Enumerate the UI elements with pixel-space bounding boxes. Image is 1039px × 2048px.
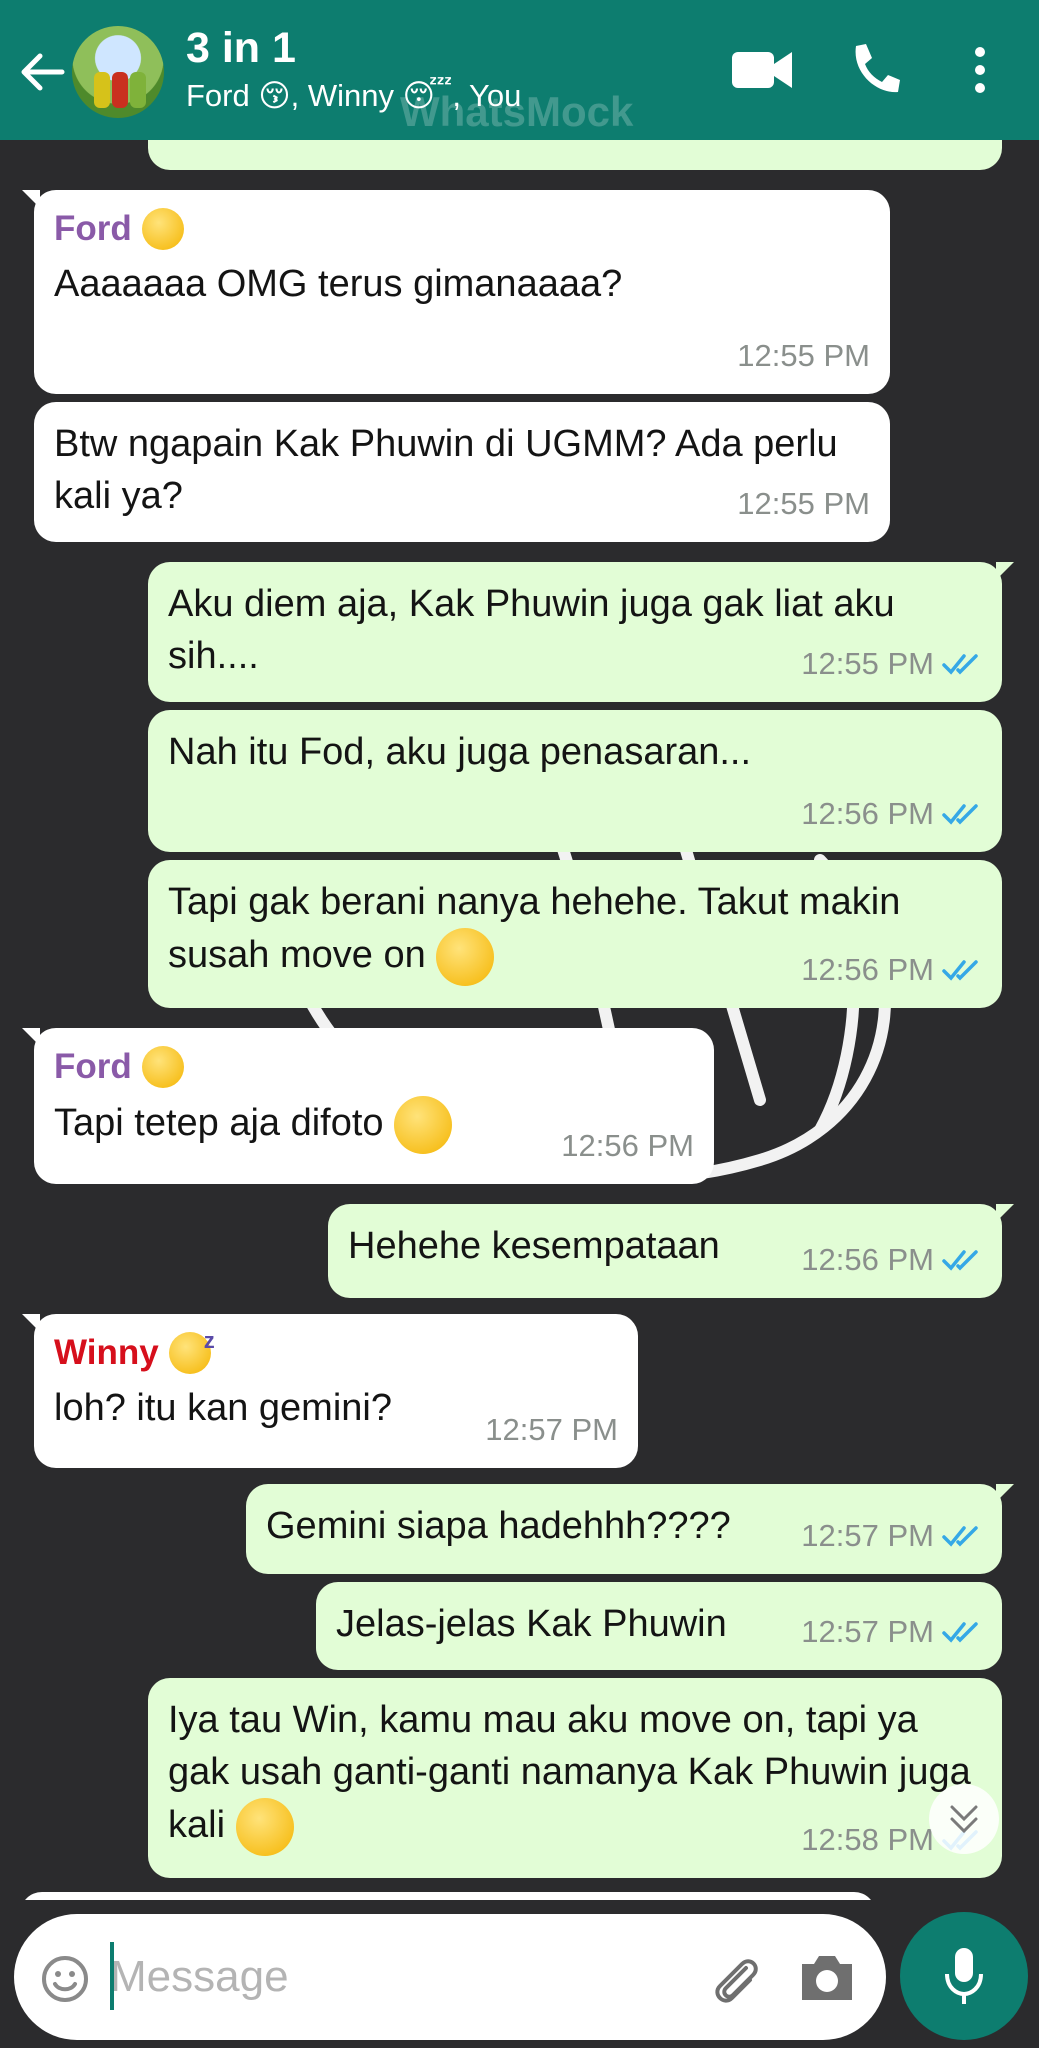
message-bubble-incoming[interactable]: Ford Tapi tetep aja difoto 12:56 PM bbox=[22, 1028, 714, 1184]
watermark: WhatsMock bbox=[400, 88, 634, 135]
message-text: Aaaaaaa OMG terus gimanaaaa? bbox=[54, 263, 623, 305]
message-bubble-incoming[interactable]: Ford Aaaaaaa OMG terus gimanaaaa? 12:55 … bbox=[22, 190, 890, 394]
message-bubble-outgoing[interactable]: Nah itu Fod, aku juga penasaran... 12:56… bbox=[148, 710, 1002, 852]
message-bubble-incoming-partial[interactable] bbox=[20, 1892, 876, 1900]
read-receipt-icon bbox=[942, 1526, 978, 1547]
crying-face-emoji-icon bbox=[394, 1096, 453, 1154]
kissing-face-emoji-icon bbox=[141, 1046, 184, 1088]
microphone-icon bbox=[945, 1948, 983, 2004]
back-arrow-icon[interactable] bbox=[14, 44, 70, 100]
message-text: Tapi tetep aja difoto bbox=[54, 1102, 384, 1145]
message-text: Tapi gak berani nanya hehehe. Takut maki… bbox=[168, 881, 901, 977]
bubble-tail bbox=[996, 1484, 1014, 1502]
message-text: Nah itu Fod, aku juga penasaran... bbox=[168, 731, 752, 773]
chat-title[interactable]: 3 in 1 bbox=[186, 24, 296, 73]
message-time: 12:57 PM bbox=[801, 1510, 982, 1562]
sender-label: Ford bbox=[54, 209, 132, 248]
message-bubble-outgoing[interactable]: Hehehe kesempataan 12:56 PM bbox=[328, 1204, 1014, 1298]
scroll-to-bottom-button[interactable] bbox=[929, 1784, 999, 1854]
chat-area[interactable]: Ford Aaaaaaa OMG terus gimanaaaa? 12:55 … bbox=[0, 140, 1039, 1900]
group-avatar[interactable] bbox=[72, 26, 164, 118]
time-label: 12:55 PM bbox=[737, 486, 870, 521]
time-label: 12:56 PM bbox=[801, 796, 934, 831]
message-bubble-outgoing-partial[interactable] bbox=[148, 140, 1002, 170]
message-time: 12:55 PM bbox=[737, 330, 870, 382]
bubble-tail bbox=[996, 562, 1014, 580]
text-caret bbox=[110, 1942, 114, 2010]
message-bubble-incoming[interactable]: Winny loh? itu kan gemini? 12:57 PM bbox=[22, 1314, 638, 1468]
bubble-tail bbox=[22, 1314, 40, 1332]
sender-label: Ford bbox=[54, 1047, 132, 1086]
message-bubble-outgoing[interactable]: Gemini siapa hadehhh???? 12:57 PM bbox=[246, 1484, 1014, 1574]
message-time: 12:55 PM bbox=[737, 478, 870, 530]
read-receipt-icon bbox=[942, 1622, 978, 1643]
time-label: 12:55 PM bbox=[801, 646, 934, 681]
message-input[interactable] bbox=[110, 1942, 670, 2012]
message-bubble-outgoing[interactable]: Tapi gak berani nanya hehehe. Takut maki… bbox=[148, 860, 1002, 1008]
message-time: 12:56 PM bbox=[801, 944, 982, 996]
read-receipt-icon bbox=[942, 960, 978, 981]
kissing-face-emoji-icon bbox=[141, 208, 184, 250]
message-time: 12:56 PM bbox=[561, 1120, 694, 1172]
emoji-icon[interactable] bbox=[40, 1954, 90, 2004]
message-bubble-outgoing[interactable]: Jelas-jelas Kak Phuwin 12:57 PM bbox=[316, 1582, 1002, 1670]
video-call-icon[interactable] bbox=[730, 40, 794, 100]
message-bubble-outgoing[interactable]: Iya tau Win, kamu mau aku move on, tapi … bbox=[148, 1678, 1002, 1878]
message-composer bbox=[0, 1900, 1039, 2048]
time-label: 12:57 PM bbox=[485, 1412, 618, 1447]
message-bubble-outgoing[interactable]: Aku diem aja, Kak Phuwin juga gak liat a… bbox=[148, 562, 1014, 702]
sender-name: Winny bbox=[54, 1318, 618, 1376]
voice-message-button[interactable] bbox=[900, 1912, 1028, 2040]
time-label: 12:56 PM bbox=[801, 1242, 934, 1277]
message-time: 12:56 PM bbox=[801, 788, 982, 840]
message-time: 12:57 PM bbox=[801, 1606, 982, 1658]
more-options-icon[interactable] bbox=[968, 40, 992, 100]
sender-name: Ford bbox=[54, 206, 870, 252]
time-label: 12:57 PM bbox=[801, 1518, 934, 1553]
bubble-tail bbox=[22, 1028, 40, 1046]
unamused-face-emoji-icon bbox=[235, 1798, 294, 1856]
voice-call-icon[interactable] bbox=[846, 40, 902, 100]
read-receipt-icon bbox=[942, 654, 978, 675]
time-label: 12:56 PM bbox=[561, 1128, 694, 1163]
read-receipt-icon bbox=[942, 804, 978, 825]
message-bubble-incoming[interactable]: Btw ngapain Kak Phuwin di UGMM? Ada perl… bbox=[34, 402, 890, 542]
bubble-tail bbox=[22, 190, 40, 208]
message-time: 12:56 PM bbox=[801, 1234, 982, 1286]
camera-icon[interactable] bbox=[798, 1952, 856, 2004]
sleeping-face-emoji-icon bbox=[168, 1318, 215, 1374]
time-label: 12:55 PM bbox=[737, 338, 870, 373]
crying-face-emoji-icon bbox=[436, 928, 495, 986]
attachment-icon[interactable] bbox=[706, 1950, 766, 2010]
sender-label: Winny bbox=[54, 1333, 159, 1372]
double-chevron-down-icon bbox=[950, 1805, 978, 1834]
message-input-container bbox=[14, 1914, 886, 2040]
time-label: 12:58 PM bbox=[801, 1822, 934, 1857]
message-time: 12:57 PM bbox=[485, 1404, 618, 1456]
time-label: 12:57 PM bbox=[801, 1614, 934, 1649]
time-label: 12:56 PM bbox=[801, 952, 934, 987]
sender-name: Ford bbox=[54, 1044, 694, 1090]
message-time: 12:55 PM bbox=[801, 638, 982, 690]
read-receipt-icon bbox=[942, 1250, 978, 1271]
bubble-tail bbox=[996, 1204, 1014, 1222]
